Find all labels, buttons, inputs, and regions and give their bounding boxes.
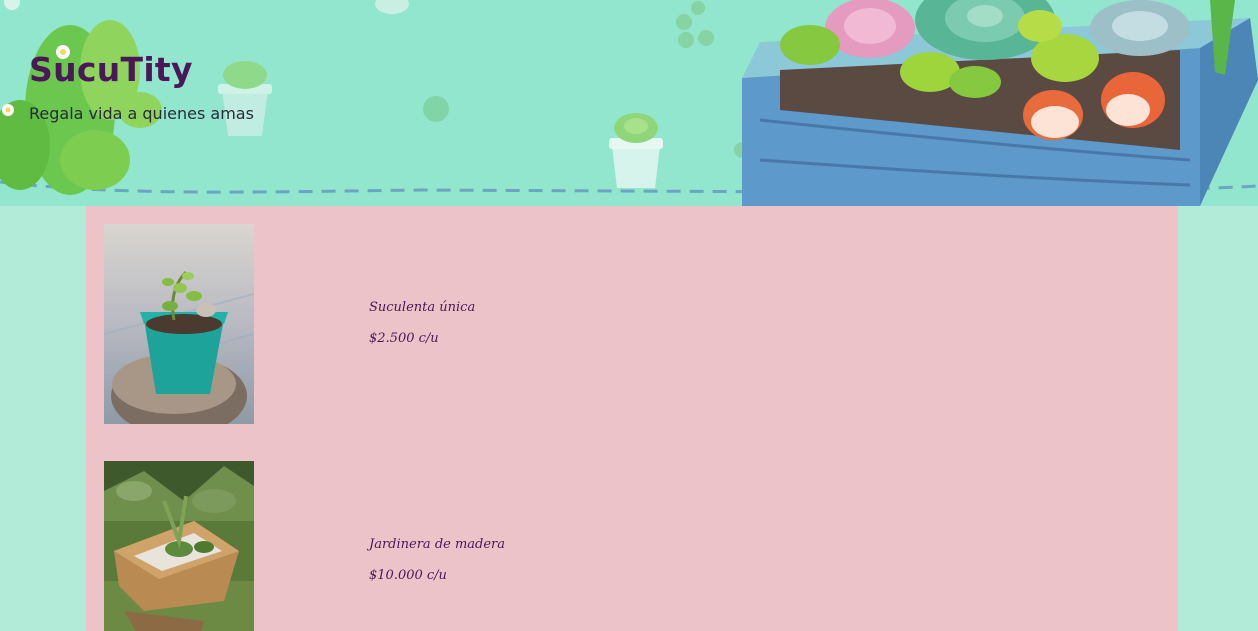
succulent-banner-illustration (0, 0, 1258, 206)
product-price: $10.000 c/u (369, 568, 447, 583)
product-name: Suculenta única (369, 300, 476, 315)
product-image-wooden-planter[interactable] (104, 461, 254, 631)
product-list: Suculenta única $2.500 c/u Jardinera de … (86, 206, 1178, 631)
product-info: Jardinera de madera $10.000 c/u (369, 537, 505, 583)
product-card: Suculenta única $2.500 c/u (104, 224, 1164, 424)
product-price: $2.500 c/u (369, 331, 439, 346)
site-title: SucuTity (29, 50, 193, 89)
site-tagline: Regala vida a quienes amas (29, 104, 254, 123)
header-banner: SucuTity Regala vida a quienes amas (0, 0, 1258, 206)
product-image-succulent[interactable] (104, 224, 254, 424)
product-card: Jardinera de madera $10.000 c/u (104, 461, 1164, 631)
product-name: Jardinera de madera (369, 537, 506, 552)
product-info: Suculenta única $2.500 c/u (369, 300, 475, 346)
